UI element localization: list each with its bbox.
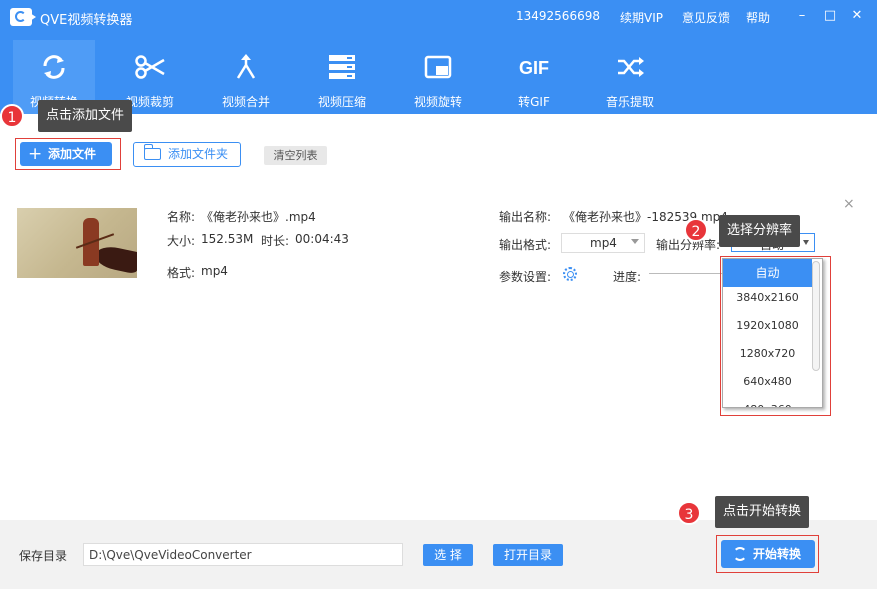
- chevron-down-icon: [631, 239, 639, 244]
- dropdown-scrollbar[interactable]: [812, 261, 820, 371]
- merge-icon: [236, 54, 256, 79]
- tool-video-compress[interactable]: 视频压缩: [301, 40, 383, 114]
- file-size: 152.53M: [201, 232, 254, 246]
- rotate-icon: [424, 55, 452, 79]
- choose-dir-button[interactable]: 选 择: [423, 544, 473, 566]
- shuffle-icon: [618, 57, 644, 77]
- file-format: mp4: [201, 264, 228, 278]
- resolution-option[interactable]: 640x480: [723, 368, 812, 396]
- folder-icon: [143, 144, 161, 160]
- save-dir-label: 保存目录: [19, 549, 68, 563]
- tool-label: 视频合并: [221, 95, 270, 109]
- progress-label: 进度:: [613, 270, 642, 284]
- clear-list-button[interactable]: 清空列表: [264, 146, 327, 165]
- open-dir-button[interactable]: 打开目录: [493, 544, 563, 566]
- feedback-link[interactable]: 意见反馈: [682, 9, 730, 26]
- file-duration: 00:04:43: [295, 232, 349, 246]
- tool-video-merge[interactable]: 视频合并: [205, 40, 287, 114]
- start-convert-label: 开始转换: [753, 547, 802, 561]
- file-size-label: 大小:: [167, 234, 196, 248]
- help-link[interactable]: 帮助: [746, 9, 770, 26]
- callout-badge-2: 2: [684, 218, 708, 242]
- tool-music-extract[interactable]: 音乐提取: [589, 40, 671, 114]
- tool-label: 转GIF: [518, 95, 550, 109]
- close-button[interactable]: ✕: [848, 7, 866, 25]
- resolution-option[interactable]: 480x360: [723, 396, 812, 407]
- progress-bar: [649, 273, 724, 274]
- params-label: 参数设置:: [499, 270, 552, 284]
- phone-number: 13492566698: [516, 9, 600, 23]
- chevron-down-icon: [803, 240, 809, 245]
- scissors-icon: [135, 55, 165, 79]
- video-thumbnail[interactable]: [17, 208, 137, 278]
- callout-tip-2: 选择分辨率: [719, 215, 801, 247]
- convert-icon: [43, 55, 65, 79]
- resolution-option[interactable]: 自动: [723, 259, 812, 287]
- add-folder-button[interactable]: 添加文件夹: [133, 142, 241, 167]
- maximize-button[interactable]: □: [821, 7, 839, 25]
- file-format-label: 格式:: [167, 266, 196, 280]
- tool-video-rotate[interactable]: 视频旋转: [397, 40, 479, 114]
- remove-file-icon[interactable]: ×: [843, 196, 855, 212]
- tool-label: 视频压缩: [317, 95, 366, 109]
- tool-label: 音乐提取: [605, 95, 654, 109]
- add-file-button[interactable]: + 添加文件: [20, 142, 112, 166]
- title-right: 13492566698 续期VIP 意见反馈 帮助: [0, 9, 877, 27]
- gif-icon-text: GIF: [519, 58, 549, 78]
- save-path-input[interactable]: [83, 543, 403, 566]
- file-name-label: 名称:: [167, 210, 196, 224]
- callout-tip-3: 点击开始转换: [715, 496, 810, 528]
- output-format-value: mp4: [590, 236, 617, 250]
- tool-label: 视频旋转: [413, 95, 462, 109]
- output-format-select[interactable]: mp4: [561, 233, 645, 253]
- add-file-label: 添加文件: [48, 147, 97, 161]
- start-convert-button[interactable]: 开始转换: [721, 540, 815, 568]
- output-format-label: 输出格式:: [499, 238, 552, 252]
- top-bar: QVE视频转换器 13492566698 续期VIP 意见反馈 帮助 – □ ✕…: [0, 0, 877, 114]
- callout-badge-3: 3: [677, 501, 701, 525]
- sync-icon: [733, 547, 747, 561]
- tool-to-gif[interactable]: GIF 转GIF: [493, 40, 575, 114]
- resolution-option[interactable]: 1280x720: [723, 340, 812, 368]
- resolution-dropdown[interactable]: 自动 3840x2160 1920x1080 1280x720 640x480 …: [722, 258, 823, 408]
- file-duration-label: 时长:: [261, 234, 290, 248]
- gear-icon[interactable]: [563, 267, 577, 281]
- file-name: 《俺老孙来也》.mp4: [201, 210, 316, 224]
- compress-icon: [329, 55, 355, 79]
- gif-icon: GIF: [519, 58, 549, 78]
- plus-icon: +: [28, 144, 43, 164]
- callout-tip-1: 点击添加文件: [38, 100, 133, 132]
- resolution-option[interactable]: 1920x1080: [723, 312, 812, 340]
- callout-badge-1: 1: [0, 104, 24, 128]
- vip-renew-link[interactable]: 续期VIP: [620, 9, 663, 26]
- output-name-label: 输出名称:: [499, 210, 552, 224]
- add-folder-label: 添加文件夹: [168, 147, 229, 161]
- resolution-option[interactable]: 3840x2160: [723, 284, 812, 312]
- minimize-button[interactable]: –: [793, 7, 811, 25]
